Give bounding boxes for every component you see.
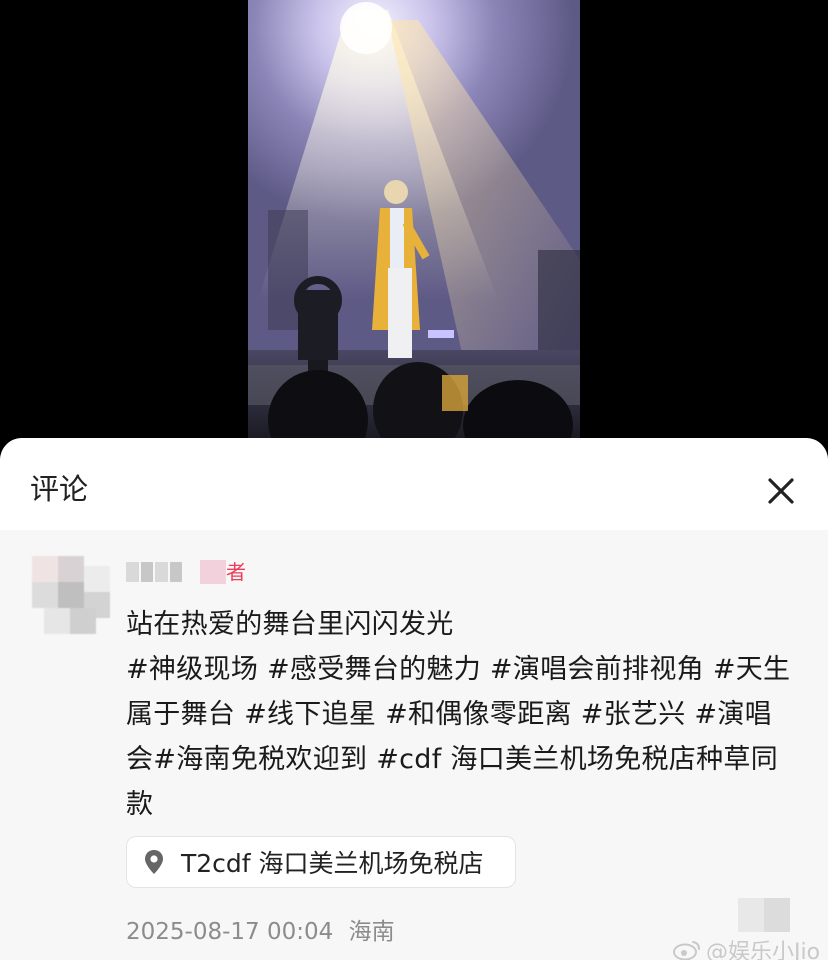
close-icon (768, 478, 794, 504)
comment-text: 站在热爱的舞台里闪闪发光 #神级现场 #感受舞台的魅力 #演唱会前排视角 #天生… (126, 602, 806, 827)
comment-line: 站在热爱的舞台里闪闪发光 (126, 609, 454, 640)
location-pin-icon (145, 850, 163, 874)
author-badge: 者 (226, 560, 246, 584)
comment-hashtag-line[interactable]: 属于舞台 #线下追星 #和偶像零距离 #张艺兴 #演唱 (126, 692, 806, 737)
comment-hashtag-line[interactable]: 款 (126, 782, 806, 827)
watermark: @娱乐小Jio (672, 934, 820, 960)
watermark-text: @娱乐小Jio (706, 940, 821, 960)
location-chip[interactable]: T2cdf 海口美兰机场免税店 (126, 836, 516, 888)
weibo-icon (673, 941, 700, 960)
close-button[interactable] (758, 468, 804, 514)
username-mosaic[interactable] (126, 562, 182, 582)
sheet-title: 评论 (30, 472, 89, 506)
concert-video-frame[interactable] (248, 0, 580, 440)
comment-sheet: 评论 者 站在热爱的舞台里闪闪发光 #神级现场 #感受舞台的魅力 #演唱会前排视… (0, 438, 828, 960)
author-badge-mosaic (200, 560, 226, 584)
comment-timestamp: 2025-08-17 00:04 (126, 919, 334, 945)
concert-stage-image (248, 2, 580, 440)
video-player[interactable] (0, 0, 828, 460)
comment-region: 海南 (348, 919, 395, 945)
corner-mosaic (738, 898, 790, 932)
comment-hashtag-line[interactable]: 会#海南免税欢迎到 #cdf 海口美兰机场免税店种草同 (126, 737, 806, 782)
comment-hashtag-line[interactable]: #神级现场 #感受舞台的魅力 #演唱会前排视角 #天生 (126, 647, 806, 692)
comment-meta: 2025-08-17 00:04 海南 (126, 912, 395, 946)
sheet-header: 评论 (0, 438, 828, 530)
location-label: T2cdf 海口美兰机场免税店 (181, 849, 484, 878)
avatar[interactable] (32, 556, 110, 634)
